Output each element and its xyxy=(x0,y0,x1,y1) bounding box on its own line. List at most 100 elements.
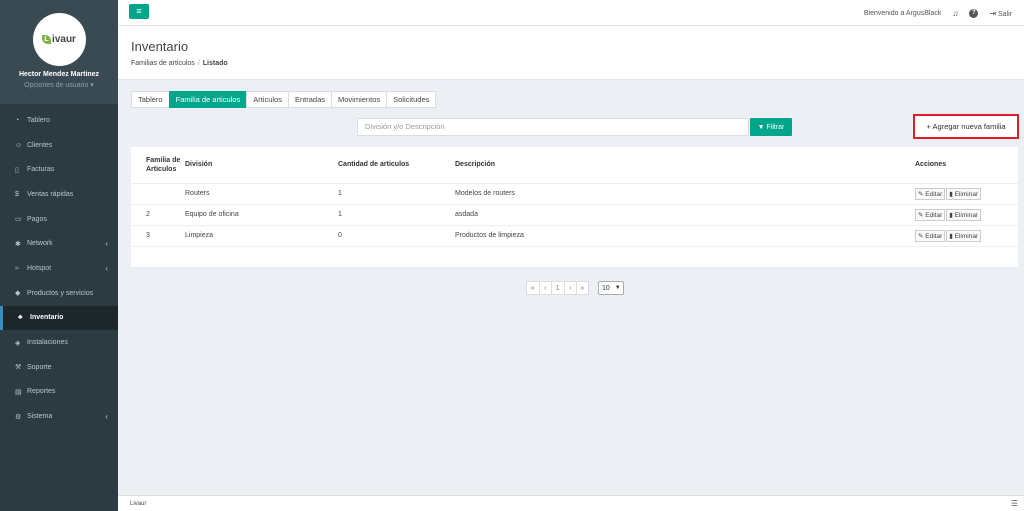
cell-descripcion: Modelos de routers xyxy=(455,183,915,205)
breadcrumb-item-familias[interactable]: Familias de articulos xyxy=(131,60,195,67)
cell-descripcion: Productos de limpieza xyxy=(455,225,915,247)
page-prev-button[interactable]: ‹ xyxy=(538,281,551,295)
page-current[interactable]: 1 xyxy=(551,281,564,295)
pagination: « ‹ 1 › » xyxy=(526,281,589,295)
inventory-tabs: Tablero Familia de articulos Articulos Entr… xyxy=(131,91,437,108)
tab-tablero[interactable]: Tablero xyxy=(131,91,169,108)
sidebar-item-tablero[interactable]: ◔ Tablero xyxy=(0,108,118,133)
delete-button[interactable]: ▮ Eliminar xyxy=(946,187,982,200)
sidebar-item-label: Sistema xyxy=(27,413,53,421)
cell-acciones: ✎ Editar ▮ Eliminar xyxy=(915,204,1018,226)
tab-articulos[interactable]: Articulos xyxy=(246,91,288,108)
content-header: Inventario Familias de articulos / Listado xyxy=(118,26,1024,80)
filter-button[interactable]: ▼ Filtrar xyxy=(750,118,792,136)
cell-cantidad: 0 xyxy=(338,225,455,247)
sidebar-item-label: Facturas xyxy=(27,166,55,174)
tab-movimientos[interactable]: Movimientos xyxy=(331,91,387,108)
sidebar-item-hotspot[interactable]: ≈ Hotspot ‹ xyxy=(0,256,118,281)
user-name: Hector Mendez Martinez xyxy=(18,71,100,78)
cell-acciones: ✎ Editar ▮ Eliminar xyxy=(915,183,1018,205)
file-icon: ▯ xyxy=(15,166,19,174)
logout-icon: ⇥ xyxy=(989,8,997,18)
payment-icon: ▭ xyxy=(15,216,22,224)
breadcrumb: Familias de articulos / Listado xyxy=(131,60,1024,67)
logout-label: Salir xyxy=(997,10,1012,18)
cogs-icon: ⚙ xyxy=(15,413,22,421)
cell-division: Equipo de oficina xyxy=(185,204,338,226)
logout-button[interactable]: ⇥ Salir xyxy=(989,9,1012,18)
sidebar-item-facturas[interactable]: ▯ Facturas xyxy=(0,157,118,182)
sidebar-item-label: Instalaciones xyxy=(27,339,68,347)
edit-button[interactable]: ✎ Editar xyxy=(915,229,946,242)
help-icon[interactable]: ? xyxy=(969,8,979,18)
sidebar-item-instalaciones[interactable]: ◈ Instalaciones xyxy=(0,330,118,355)
sidebar-item-pagos[interactable]: ▭ Pagos xyxy=(0,207,118,232)
tab-solicitudes[interactable]: Solicitudes xyxy=(386,91,437,108)
cell-familia: 3 xyxy=(131,225,185,247)
dollar-icon: $ xyxy=(15,190,19,198)
add-family-button[interactable]: + Agregar nueva familia xyxy=(913,114,1019,139)
tab-entradas[interactable]: Entradas xyxy=(287,91,332,108)
sidebar-item-label: Reportes xyxy=(27,388,56,396)
search-input[interactable]: División y/o Descripción xyxy=(357,118,749,136)
tag-icon: ◆ xyxy=(15,290,21,298)
sidebar-menu: ◔ Tablero ☺ Clientes ▯ Facturas $ Ventas rápida… xyxy=(0,108,118,429)
edit-button[interactable]: ✎ Editar xyxy=(915,187,946,200)
book-icon: ▤ xyxy=(15,388,22,396)
column-header-cantidad: Cantidad de articulos xyxy=(338,147,455,184)
cell-acciones: ✎ Editar ▮ Eliminar xyxy=(915,225,1018,247)
sidebar-item-ventas-r-pidas[interactable]: $ Ventas rápidas xyxy=(0,182,118,207)
sidebar-item-network[interactable]: ✱ Network ‹ xyxy=(0,231,118,256)
families-table-card: Familia de Articulos División Cantidad d… xyxy=(131,147,1018,267)
chevron-down-icon: ▼ xyxy=(614,285,621,291)
network-icon: ✱ xyxy=(15,240,21,248)
chevron-left-icon: ‹ xyxy=(105,412,108,422)
install-icon: ◈ xyxy=(15,339,21,347)
user-options-link[interactable]: Opciones de usuario ▾ xyxy=(0,81,118,89)
wifi-icon: ≈ xyxy=(15,264,19,272)
sidebar-item-label: Inventario xyxy=(30,314,64,322)
bell-icon[interactable]: ♫ xyxy=(952,9,958,18)
table-row: 3 Limpieza 0 Productos de limpieza ✎ Editar ▮… xyxy=(131,225,1018,247)
users-icon: ☺ xyxy=(15,141,23,149)
sidebar-item-label: Clientes xyxy=(27,141,53,149)
delete-button[interactable]: ▮ Eliminar xyxy=(946,208,982,221)
sidebar-item-sistema[interactable]: ⚙ Sistema ‹ xyxy=(0,404,118,429)
page-next-button[interactable]: › xyxy=(563,281,576,295)
sidebar-item-reportes[interactable]: ▤ Reportes xyxy=(0,380,118,405)
sidebar-item-label: Hotspot xyxy=(27,264,52,272)
topbar: ≡ Bienvenido a ArgusBlack ♫ ? ⇥ Salir xyxy=(118,0,1024,26)
chevron-left-icon: ‹ xyxy=(105,239,108,249)
edit-button[interactable]: ✎ Editar xyxy=(915,208,946,221)
sidebar-item-clientes[interactable]: ☺ Clientes xyxy=(0,133,118,158)
logo-leaf-icon: L xyxy=(42,35,52,44)
sidebar-item-label: Tablero xyxy=(27,116,50,124)
cell-familia xyxy=(131,183,185,205)
inventory-icon: ♣ xyxy=(18,314,23,322)
page-last-button[interactable]: » xyxy=(576,281,589,295)
tab-familia-de-articulos[interactable]: Familia de articulos xyxy=(168,91,247,108)
avatar[interactable]: Livaur xyxy=(32,13,86,66)
sidebar-item-soporte[interactable]: ⚒ Soporte xyxy=(0,355,118,380)
cell-division: Routers xyxy=(185,183,338,205)
sidebar-item-label: Network xyxy=(27,240,53,248)
welcome-text: Bienvenido a ArgusBlack xyxy=(863,9,942,17)
logo-text: ivaur xyxy=(52,34,76,45)
per-page-select[interactable]: 10 ▼ xyxy=(598,281,624,295)
sidebar-item-label: Productos y servicios xyxy=(27,289,94,297)
per-page-value: 10 xyxy=(602,284,610,292)
delete-button[interactable]: ▮ Eliminar xyxy=(946,229,982,242)
sidebar-item-inventario[interactable]: ♣ Inventario xyxy=(0,305,118,331)
menu-toggle-button[interactable]: ≡ xyxy=(129,4,149,19)
page-title: Inventario xyxy=(131,39,189,54)
page-first-button[interactable]: « xyxy=(526,281,539,295)
column-header-division: División xyxy=(185,147,338,184)
breadcrumb-separator: / xyxy=(197,60,200,67)
dashboard-icon: ◔ xyxy=(15,116,20,124)
column-header-acciones: Acciones xyxy=(915,147,1018,184)
sidebar: Livaur Hector Mendez Martinez Opciones d… xyxy=(0,0,118,511)
cell-division: Limpieza xyxy=(185,225,338,247)
sidebar-item-productos-y-servicios[interactable]: ◆ Productos y servicios xyxy=(0,281,118,306)
footer-icon[interactable]: ☰ xyxy=(1011,496,1018,511)
sidebar-item-label: Pagos xyxy=(27,215,47,223)
